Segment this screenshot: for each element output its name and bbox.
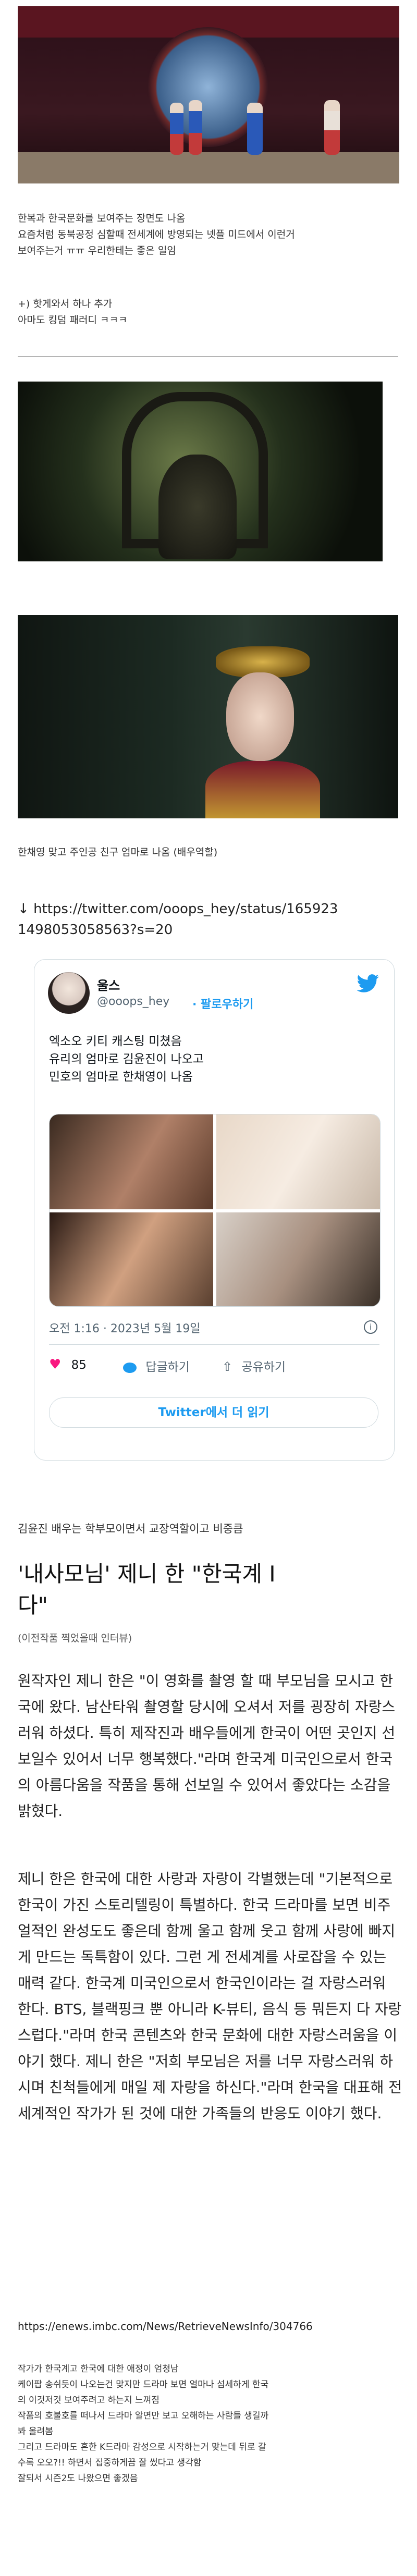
like-action[interactable]: ♥ 85 [49,1357,87,1372]
article-paragraph-2: 제니 한은 한국에 대한 사랑과 자랑이 각별했는데 "기본적으로 한국이 가진… [18,1870,402,2122]
stage-photo [18,6,399,183]
tweet-link-cont[interactable]: 1498053058563?s=20 [18,922,173,938]
tweet-timestamp[interactable]: 오전 1:16 · 2023년 5월 19일 [49,1319,201,1336]
article-headline-cont: 다" [18,1592,48,1618]
twitter-bird-icon[interactable] [357,974,379,993]
source-note: (이전작품 찍었을때 인터뷰) [18,1633,132,1644]
outro-line: 작가가 한국계고 한국에 대한 애정이 엄청남 [18,2364,179,2374]
media-thumb-4[interactable] [216,1212,380,1306]
outro-line: 봐 올려봄 [18,2426,53,2437]
media-thumb-1[interactable] [50,1114,213,1209]
outro-line: 케이팝 송쉬듯이 나오는건 맞지만 드라마 보면 얼마나 섬세하게 한국 [18,2379,269,2390]
performer-3 [247,103,263,155]
media-thumb-3[interactable] [50,1212,213,1306]
media-thumb-2[interactable] [216,1114,380,1209]
tweet-author-handle[interactable]: @ooops_hey [97,995,169,1008]
performer-1 [170,103,183,155]
info-icon[interactable]: i [364,1320,377,1334]
like-count: 85 [71,1358,87,1372]
share-action[interactable]: ⇧ 공유하기 [222,1357,286,1375]
stage-floor [18,152,399,183]
caption-line: 요즘처럼 동북공정 심할때 전세계에 방영되는 넷플 미드에서 이런거 [18,229,295,240]
caption-line: +) 핫게와서 하나 추가 [18,298,113,310]
reply-label: 답글하기 [145,1360,190,1374]
hanbok-actress-photo [18,615,398,818]
caption-line: 보여주는거 ㅠㅠ 우리한테는 좋은 일임 [18,245,176,256]
performer-2 [189,100,202,155]
outro-line: 수록 오오?!! 하면서 집중하게끔 잘 썼다고 생각함 [18,2458,202,2468]
tweet-link[interactable]: https://twitter.com/ooops_hey/status/165… [33,901,338,917]
performer-4 [324,100,340,155]
figure-silhouette [158,455,237,559]
heart-icon[interactable]: ♥ [49,1357,61,1372]
reply-icon[interactable] [123,1362,137,1373]
article-headline: '내사모님' 제니 한 "한국계 I [18,1561,276,1587]
reply-action[interactable]: 답글하기 [123,1357,190,1375]
avatar[interactable] [48,972,90,1014]
tweet-body: 엑소오 키티 캐스팅 미쳤음 유리의 엄마로 김윤진이 나오고 민호의 엄마로 … [49,1035,204,1084]
share-label: 공유하기 [241,1360,286,1374]
face [226,672,294,761]
tweet-card[interactable]: 울스 @ooops_hey · 팔로우하기 엑소오 키티 캐스팅 미쳤음 유리의… [34,959,395,1461]
tweet-separator [49,1344,379,1345]
outro-line: 작품의 호불호를 떠나서 드라마 알면만 보고 오해하는 사람들 생길까 [18,2411,269,2421]
share-icon[interactable]: ⇧ [222,1359,232,1374]
follow-button[interactable]: · 팔로우하기 [192,995,253,1012]
source-url-link[interactable]: https://enews.imbc.com/News/RetrieveNews… [18,2319,403,2335]
outro-line: 의 이것저것 보여주려고 하는지 느껴짐 [18,2395,160,2406]
article-paragraph-1: 원작자인 제니 한은 "이 영화를 촬영 할 때 부모님을 모시고 한국에 왔다… [18,1672,396,1820]
tweet-media-grid[interactable] [49,1114,381,1307]
kingdom-parody-photo [18,382,383,561]
caption-actress: 한채영 맞고 주인공 친구 엄마로 나옴 (배우역할) [18,847,218,858]
tweet-author-name[interactable]: 울스 [97,975,120,993]
caption-line: 한복과 한국문화를 보여주는 장면도 나옴 [18,213,186,224]
caption-line: 아마도 킹덤 패러디 ㅋㅋㅋ [18,314,128,326]
outro-line: 그리고 드라마도 흔한 K드라마 감성으로 시작하는거 맞는데 뒤로 갈 [18,2442,266,2452]
outro-line: 잘되서 시즌2도 나왔으면 좋겠음 [18,2473,138,2484]
hanbok-body [205,761,320,818]
article-intro: 김윤진 배우는 학부모이면서 교장역할이고 비중큼 [18,1523,243,1535]
down-arrow-icon: ↓ [18,901,29,917]
read-more-button[interactable]: Twitter에서 더 읽기 [49,1397,378,1428]
